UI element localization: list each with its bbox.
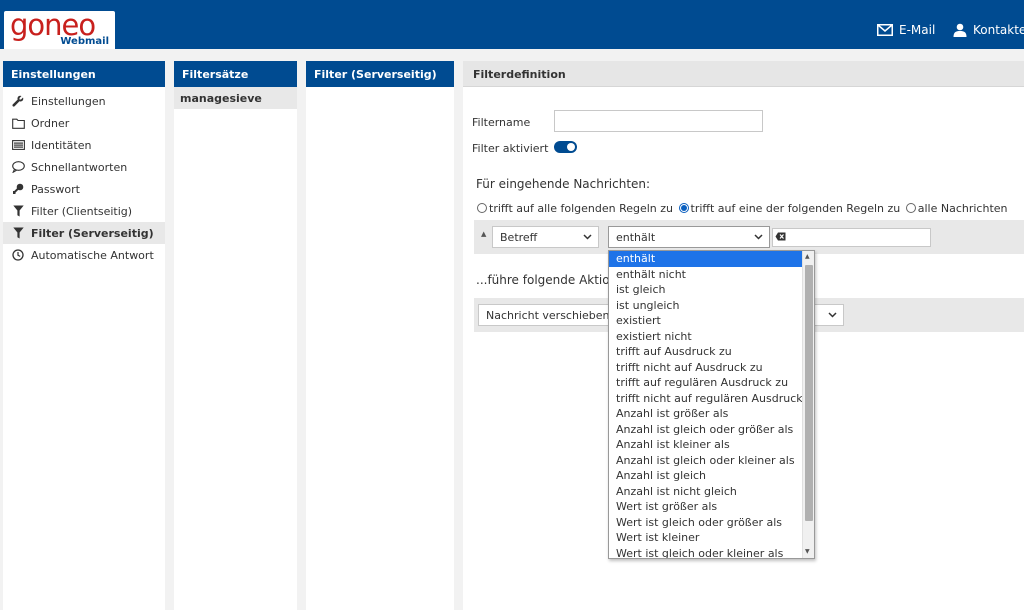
settings-item-identitaeten[interactable]: Identitäten (3, 134, 165, 156)
envelope-icon (877, 24, 893, 36)
operator-option[interactable]: existiert (609, 313, 802, 329)
operator-option[interactable]: existiert nicht (609, 329, 802, 345)
rule-operator-value: enthält (616, 231, 656, 244)
scrollbar-thumb[interactable] (805, 265, 813, 521)
radio-any-rule-label: trifft auf eine der folgenden Regeln zu (690, 202, 901, 215)
menu-label: Einstellungen (31, 94, 106, 108)
operator-option[interactable]: Wert ist gleich oder kleiner als (609, 546, 802, 559)
menu-label: Filter (Serverseitig) (31, 226, 154, 240)
operator-option[interactable]: enthält (609, 251, 802, 267)
operator-dropdown-list[interactable]: enthält enthält nicht ist gleich ist unglei… (608, 250, 815, 559)
settings-item-schnellantworten[interactable]: Schnellantworten (3, 156, 165, 178)
rule-value-input[interactable] (772, 228, 931, 247)
radio-all-rules[interactable] (477, 203, 487, 213)
operator-option[interactable]: Wert ist gleich oder größer als (609, 515, 802, 531)
key-icon (11, 182, 25, 196)
filtersets-panel: Filtersätze managesieve (174, 61, 297, 610)
incoming-messages-label: Für eingehende Nachrichten: (476, 177, 651, 191)
id-card-icon (11, 138, 25, 152)
operator-option[interactable]: enthält nicht (609, 267, 802, 283)
radio-all-rules-label: trifft auf alle folgenden Regeln zu (489, 202, 674, 215)
filtersets-header: Filtersätze (174, 61, 297, 87)
rule-field-select[interactable]: Betreff (492, 226, 599, 248)
operator-option[interactable]: Wert ist kleiner (609, 530, 802, 546)
operator-option[interactable]: Anzahl ist größer als (609, 406, 802, 422)
operator-option[interactable]: trifft nicht auf regulären Ausdruck zu (609, 391, 814, 407)
speech-bubble-icon (11, 160, 25, 174)
nav-contacts-label: Kontakte (973, 23, 1024, 37)
top-bar: goneo Webmail E-Mail Kontakte (0, 0, 1024, 49)
nav-email-label: E-Mail (899, 23, 936, 37)
filter-active-toggle[interactable] (554, 141, 577, 153)
rule-operator-select[interactable]: enthält (608, 226, 770, 248)
nav-contacts[interactable]: Kontakte (953, 23, 1024, 37)
operator-option[interactable]: Anzahl ist gleich (609, 468, 802, 484)
rule-field-value: Betreff (500, 231, 538, 244)
person-icon (953, 23, 967, 37)
clear-text-icon[interactable] (775, 232, 786, 241)
dropdown-scrollbar[interactable]: ▲ ▼ (802, 251, 814, 558)
chevron-down-icon (583, 234, 592, 240)
settings-panel: Einstellungen Einstellungen Ordner Ident… (3, 61, 165, 610)
rule-reorder-arrow-icon[interactable]: ▲ (481, 230, 486, 238)
operator-option[interactable]: trifft auf Ausdruck zu (609, 344, 802, 360)
nav-email[interactable]: E-Mail (877, 23, 935, 37)
menu-label: Passwort (31, 182, 80, 196)
operator-option[interactable]: ist gleich (609, 282, 802, 298)
logo-subtitle: Webmail (60, 36, 109, 47)
operator-option[interactable]: Anzahl ist gleich oder größer als (609, 422, 802, 438)
scroll-up-arrow-icon[interactable]: ▲ (805, 253, 810, 260)
settings-item-einstellungen[interactable]: Einstellungen (3, 90, 165, 112)
match-mode-radios: trifft auf alle folgenden Regeln zu trif… (477, 202, 1008, 215)
menu-label: Automatische Antwort (31, 248, 154, 262)
funnel-icon (11, 226, 25, 240)
operator-options: enthält enthält nicht ist gleich ist unglei… (609, 251, 814, 559)
menu-label: Identitäten (31, 138, 92, 152)
settings-item-auto-antwort[interactable]: Automatische Antwort (3, 244, 165, 266)
filtername-input[interactable] (554, 110, 763, 132)
folder-icon (11, 116, 25, 130)
operator-option[interactable]: trifft auf regulären Ausdruck zu (609, 375, 802, 391)
operator-option[interactable]: Anzahl ist kleiner als (609, 437, 802, 453)
operator-option[interactable]: Wert ist größer als (609, 499, 802, 515)
settings-item-passwort[interactable]: Passwort (3, 178, 165, 200)
settings-header: Einstellungen (3, 61, 165, 87)
operator-option[interactable]: Anzahl ist nicht gleich (609, 484, 802, 500)
settings-item-filter-server[interactable]: Filter (Serverseitig) (3, 222, 165, 244)
filtername-label: Filtername (472, 116, 531, 129)
wrench-icon (11, 94, 25, 108)
chevron-down-icon (754, 234, 763, 240)
menu-label: Ordner (31, 116, 70, 130)
filterset-item[interactable]: managesieve (174, 87, 297, 109)
scroll-down-arrow-icon[interactable]: ▼ (805, 548, 810, 555)
radio-any-rule[interactable] (678, 203, 689, 213)
menu-label: Filter (Clientseitig) (31, 204, 133, 218)
funnel-icon (11, 204, 25, 218)
serverfilter-header: Filter (Serverseitig) (306, 61, 454, 87)
filter-active-label: Filter aktiviert (472, 142, 549, 155)
goneo-logo[interactable]: goneo Webmail (4, 8, 115, 49)
filter-definition-header: Filterdefinition (463, 61, 1024, 87)
operator-option[interactable]: trifft nicht auf Ausdruck zu (609, 360, 802, 376)
chevron-down-icon (828, 312, 837, 318)
serverfilter-panel: Filter (Serverseitig) (306, 61, 454, 610)
operator-option[interactable]: Anzahl ist gleich oder kleiner als (609, 453, 802, 469)
menu-label: Schnellantworten (31, 160, 128, 174)
settings-item-ordner[interactable]: Ordner (3, 112, 165, 134)
radio-all-messages-label: alle Nachrichten (917, 202, 1008, 215)
operator-option[interactable]: ist ungleich (609, 298, 802, 314)
settings-item-filter-client[interactable]: Filter (Clientseitig) (3, 200, 165, 222)
radio-all-messages[interactable] (905, 203, 916, 213)
clock-icon (11, 248, 25, 262)
